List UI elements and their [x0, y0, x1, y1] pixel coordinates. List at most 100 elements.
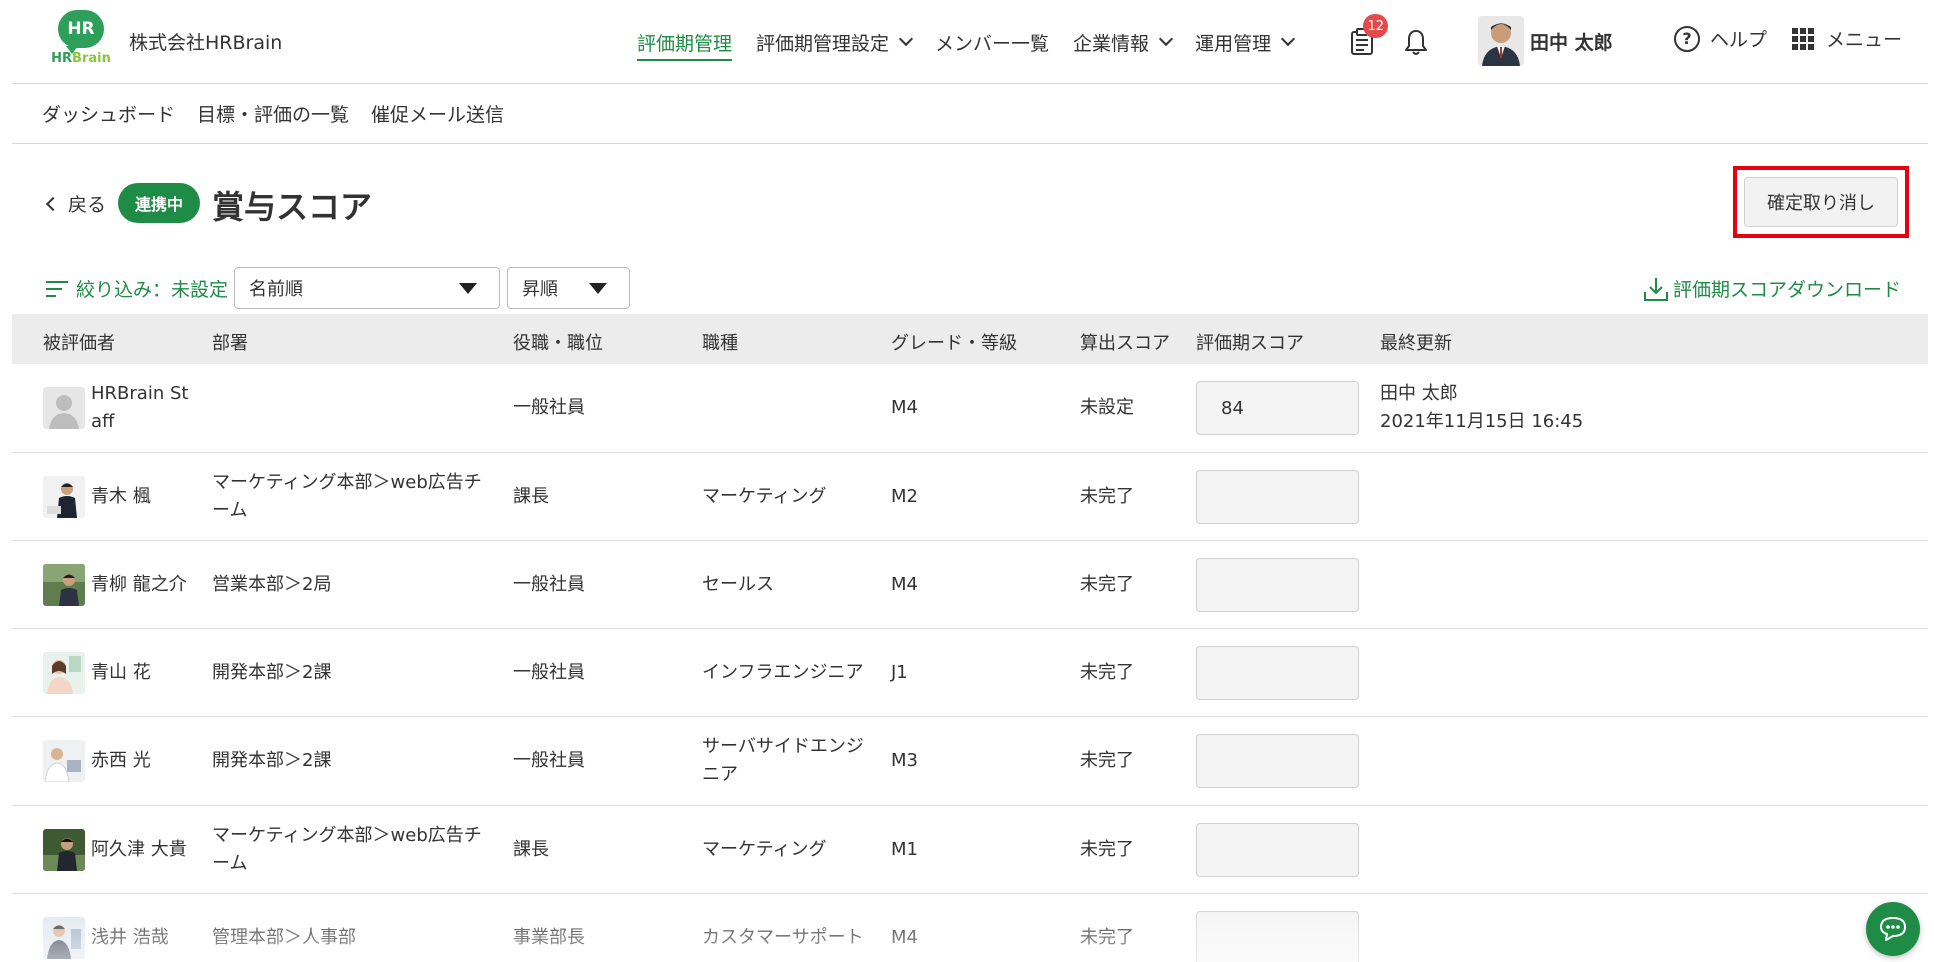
calc-score-cell: 未完了 [1080, 750, 1134, 771]
cancel-confirmation-button[interactable]: 確定取り消し [1744, 177, 1898, 227]
table-row[interactable]: 青柳 龍之介 営業本部＞2局 一般社員 セールス M4 未完了 [12, 541, 1928, 629]
nav-evaluation-management[interactable]: 評価期管理 [637, 24, 733, 61]
grid-menu-icon [1792, 27, 1814, 50]
department-cell: 開発本部＞2課 [212, 662, 332, 683]
evaluatee-name[interactable]: 浅井 浩哉 [91, 924, 169, 952]
dept-line: ーム [212, 500, 248, 521]
updated-by: 田中 太郎 [1380, 383, 1458, 404]
table-row[interactable]: 阿久津 大貴 マーケティング本部＞web広告チ ーム 課長 マーケティング M1… [12, 806, 1928, 894]
nav-evaluation-settings[interactable]: 評価期管理設定 [756, 29, 914, 56]
department-cell: 管理本部＞人事部 [212, 927, 356, 948]
evaluatee-name[interactable]: 青山 花 [91, 659, 151, 687]
evaluatee-name[interactable]: HRBrain St aff [91, 380, 188, 436]
job-type-cell: セールス [702, 574, 774, 595]
period-score-input[interactable] [1196, 646, 1359, 700]
evaluatee-name[interactable]: 青柳 龍之介 [91, 571, 187, 599]
nav-operations[interactable]: 運用管理 [1195, 29, 1296, 56]
col-header-last-updated[interactable]: 最終更新 [1380, 329, 1452, 355]
period-score-input[interactable] [1196, 911, 1359, 962]
filter-icon [46, 279, 68, 299]
notification-badge: 12 [1363, 14, 1388, 38]
avatar-photo [43, 476, 85, 518]
nav-label: 運用管理 [1195, 32, 1272, 55]
avatar [43, 387, 85, 429]
nav-label: 企業情報 [1073, 32, 1150, 55]
grade-cell: M4 [891, 397, 918, 418]
job-line: サーバサイドエンジ [702, 736, 864, 757]
evaluatee-name[interactable]: 赤西 光 [91, 747, 151, 775]
chat-support-button[interactable] [1866, 902, 1920, 956]
user-name[interactable]: 田中 太郎 [1530, 28, 1613, 55]
score-download-link[interactable]: 評価期スコアダウンロード [1643, 275, 1901, 302]
sub-nav: ダッシュボード 目標・評価の一覧 催促メール送信 [12, 84, 1928, 144]
col-header-department[interactable]: 部署 [212, 329, 248, 355]
top-header: HR HRBrain 株式会社HRBrain 評価期管理 評価期管理設定 メンバ… [12, 0, 1928, 84]
logo-wordmark: HRBrain [50, 51, 112, 66]
period-score-input[interactable] [1196, 558, 1359, 612]
position-cell: 一般社員 [513, 574, 585, 595]
job-type-cell: マーケティング [702, 839, 827, 860]
filter-toggle[interactable]: 絞り込み：未設定 [46, 275, 228, 302]
table-row[interactable]: 浅井 浩哉 管理本部＞人事部 事業部長 カスタマーサポート M4 未完了 [12, 894, 1928, 962]
sort-order-select[interactable]: 昇順 [507, 267, 630, 309]
job-line: ニア [702, 764, 738, 785]
nav-company-info[interactable]: 企業情報 [1073, 29, 1174, 56]
calc-score-cell: 未完了 [1080, 574, 1134, 595]
position-cell: 課長 [513, 486, 549, 507]
evaluatee-name[interactable]: 阿久津 大貴 [91, 836, 187, 864]
table-row[interactable]: HRBrain St aff 一般社員 M4 未設定 田中 太郎 2021年11… [12, 364, 1928, 453]
table-row[interactable]: 青木 楓 マーケティング本部＞web広告チ ーム 課長 マーケティング M2 未… [12, 453, 1928, 541]
col-header-grade[interactable]: グレード・等級 [891, 329, 1017, 355]
updated-at: 2021年11月15日 16:45 [1380, 411, 1584, 432]
help-label: ヘルプ [1710, 29, 1768, 51]
table-row[interactable]: 赤西 光 開発本部＞2課 一般社員 サーバサイドエンジ ニア M3 未完了 [12, 717, 1928, 806]
user-avatar[interactable] [1478, 16, 1524, 66]
department-cell: マーケティング本部＞web広告チ ーム [212, 469, 482, 525]
avatar [43, 740, 85, 782]
col-header-calc-score[interactable]: 算出スコア [1080, 329, 1170, 355]
avatar-photo [43, 829, 85, 871]
menu-button[interactable]: メニュー [1792, 25, 1902, 52]
position-cell: 事業部長 [513, 927, 585, 948]
status-badge: 連携中 [118, 183, 200, 223]
caret-down-icon [589, 283, 607, 294]
help-link[interactable]: ? ヘルプ [1674, 25, 1767, 52]
back-label: 戻る [68, 194, 107, 216]
sort-field-select[interactable]: 名前順 [234, 267, 500, 309]
grade-cell: J1 [891, 662, 908, 683]
download-label: 評価期スコアダウンロード [1673, 279, 1902, 301]
calc-score-cell: 未完了 [1080, 486, 1134, 507]
col-header-job-type[interactable]: 職種 [702, 329, 738, 355]
period-score-input[interactable] [1196, 381, 1359, 435]
filter-label: 絞り込み：未設定 [76, 279, 229, 301]
subnav-reminder-mail[interactable]: 催促メール送信 [371, 100, 504, 127]
evaluatee-name[interactable]: 青木 楓 [91, 483, 151, 511]
calc-score-cell: 未完了 [1080, 927, 1134, 948]
notifications-button[interactable] [1398, 24, 1434, 60]
company-name: 株式会社HRBrain [129, 32, 283, 54]
dept-line: マーケティング本部＞web広告チ [212, 472, 482, 493]
chevron-down-icon [1281, 31, 1296, 47]
avatar-photo [43, 740, 85, 782]
period-score-input[interactable] [1196, 734, 1359, 788]
avatar-photo [43, 917, 85, 959]
bell-icon [1405, 30, 1427, 55]
tasks-button[interactable]: 12 [1344, 14, 1388, 60]
hrbrain-logo[interactable]: HR HRBrain [50, 10, 112, 68]
period-score-input[interactable] [1196, 470, 1359, 524]
nav-member-list[interactable]: メンバー一覧 [935, 29, 1049, 56]
download-icon [1644, 277, 1668, 301]
table-row[interactable]: 青山 花 開発本部＞2課 一般社員 インフラエンジニア J1 未完了 [12, 629, 1928, 717]
subnav-goals-list[interactable]: 目標・評価の一覧 [197, 100, 349, 127]
grade-cell: M1 [891, 839, 918, 860]
position-cell: 一般社員 [513, 750, 585, 771]
col-header-evaluatee[interactable]: 被評価者 [43, 329, 115, 355]
table-header: 被評価者 部署 役職・職位 職種 グレード・等級 算出スコア 評価期スコア 最終… [12, 314, 1928, 364]
subnav-dashboard[interactable]: ダッシュボード [42, 100, 175, 127]
col-header-period-score[interactable]: 評価期スコア [1196, 329, 1304, 355]
logo-bubble: HR [58, 10, 104, 54]
col-header-position[interactable]: 役職・職位 [513, 329, 603, 355]
back-link[interactable]: 戻る [45, 190, 107, 217]
person-placeholder-icon [43, 387, 85, 429]
period-score-input[interactable] [1196, 823, 1359, 877]
